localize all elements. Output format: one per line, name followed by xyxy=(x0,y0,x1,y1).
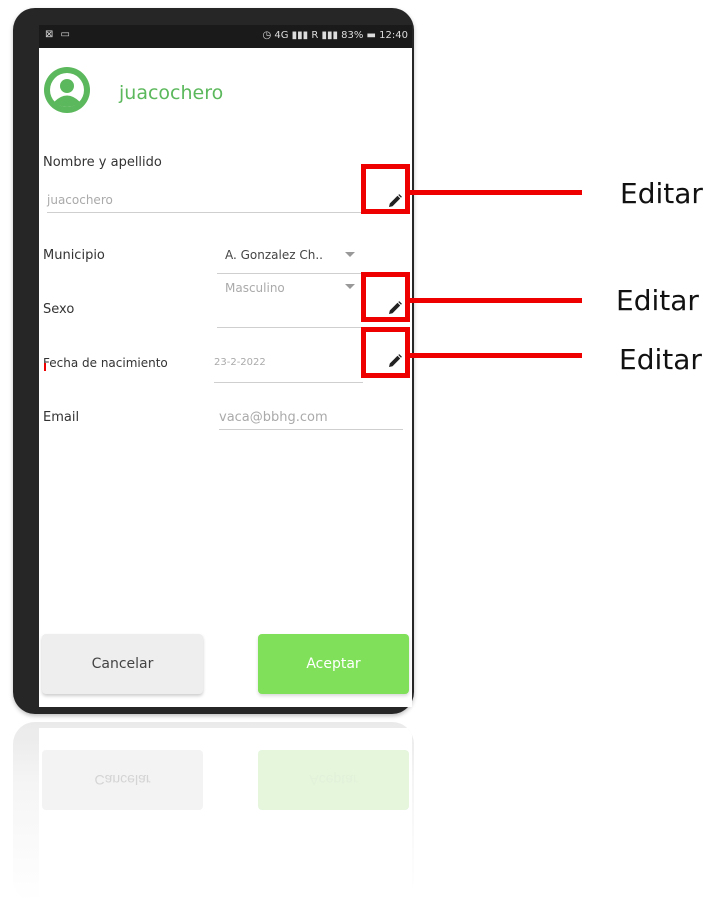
accept-button[interactable]: Aceptar xyxy=(258,634,409,694)
phone-frame: ⊠ ▭ ◷ 4G ▮▮▮ R ▮▮▮ 83% ▬ 12:40 juacocher… xyxy=(13,8,414,714)
highlight-box-sexo xyxy=(361,272,410,322)
red-tick-mark xyxy=(44,363,46,371)
profile-username: juacochero xyxy=(119,82,224,104)
municipio-select[interactable]: A. Gonzalez Ch.. xyxy=(225,248,323,262)
name-label: Nombre y apellido xyxy=(43,155,162,170)
reflection-accept: Aceptar xyxy=(258,750,409,810)
reflection-cancel: Cancelar xyxy=(42,750,203,810)
fecha-input[interactable]: 23-2-2022 xyxy=(214,357,266,368)
callout-editar-3: Editar xyxy=(619,343,702,376)
municipio-chevron-down-icon[interactable] xyxy=(345,252,355,257)
sexo-label: Sexo xyxy=(43,302,75,317)
phone-screen: ⊠ ▭ ◷ 4G ▮▮▮ R ▮▮▮ 83% ▬ 12:40 juacocher… xyxy=(39,25,412,707)
highlight-box-fecha xyxy=(361,327,410,378)
email-label: Email xyxy=(43,410,80,425)
status-right-indicators: ◷ 4G ▮▮▮ R ▮▮▮ 83% ▬ 12:40 xyxy=(262,30,408,41)
reflection-screen: Cancelar Aceptar xyxy=(39,728,412,902)
callout-editar-2: Editar xyxy=(616,284,699,317)
user-avatar-icon xyxy=(44,67,90,113)
highlight-box-name xyxy=(361,164,410,214)
connector-line-2 xyxy=(410,298,582,303)
callout-editar-1: Editar xyxy=(620,177,703,210)
connector-line-1 xyxy=(410,190,582,195)
municipio-label: Municipio xyxy=(43,248,105,263)
phone-reflection: Cancelar Aceptar xyxy=(13,722,414,902)
cancel-button[interactable]: Cancelar xyxy=(42,634,203,694)
sexo-underline xyxy=(217,327,363,328)
email-underline xyxy=(219,429,403,430)
status-bar: ⊠ ▭ ◷ 4G ▮▮▮ R ▮▮▮ 83% ▬ 12:40 xyxy=(39,25,412,48)
name-input[interactable]: juacochero xyxy=(47,193,113,207)
sexo-chevron-down-icon[interactable] xyxy=(345,284,355,289)
email-input[interactable]: vaca@bbhg.com xyxy=(219,410,328,425)
connector-line-3 xyxy=(410,353,582,358)
municipio-underline xyxy=(217,273,363,274)
sexo-select[interactable]: Masculino xyxy=(225,281,285,295)
name-input-underline xyxy=(47,212,372,213)
fecha-underline xyxy=(214,382,363,383)
status-left-icons: ⊠ ▭ xyxy=(45,29,73,40)
fecha-label: Fecha de nacimiento xyxy=(43,356,168,370)
